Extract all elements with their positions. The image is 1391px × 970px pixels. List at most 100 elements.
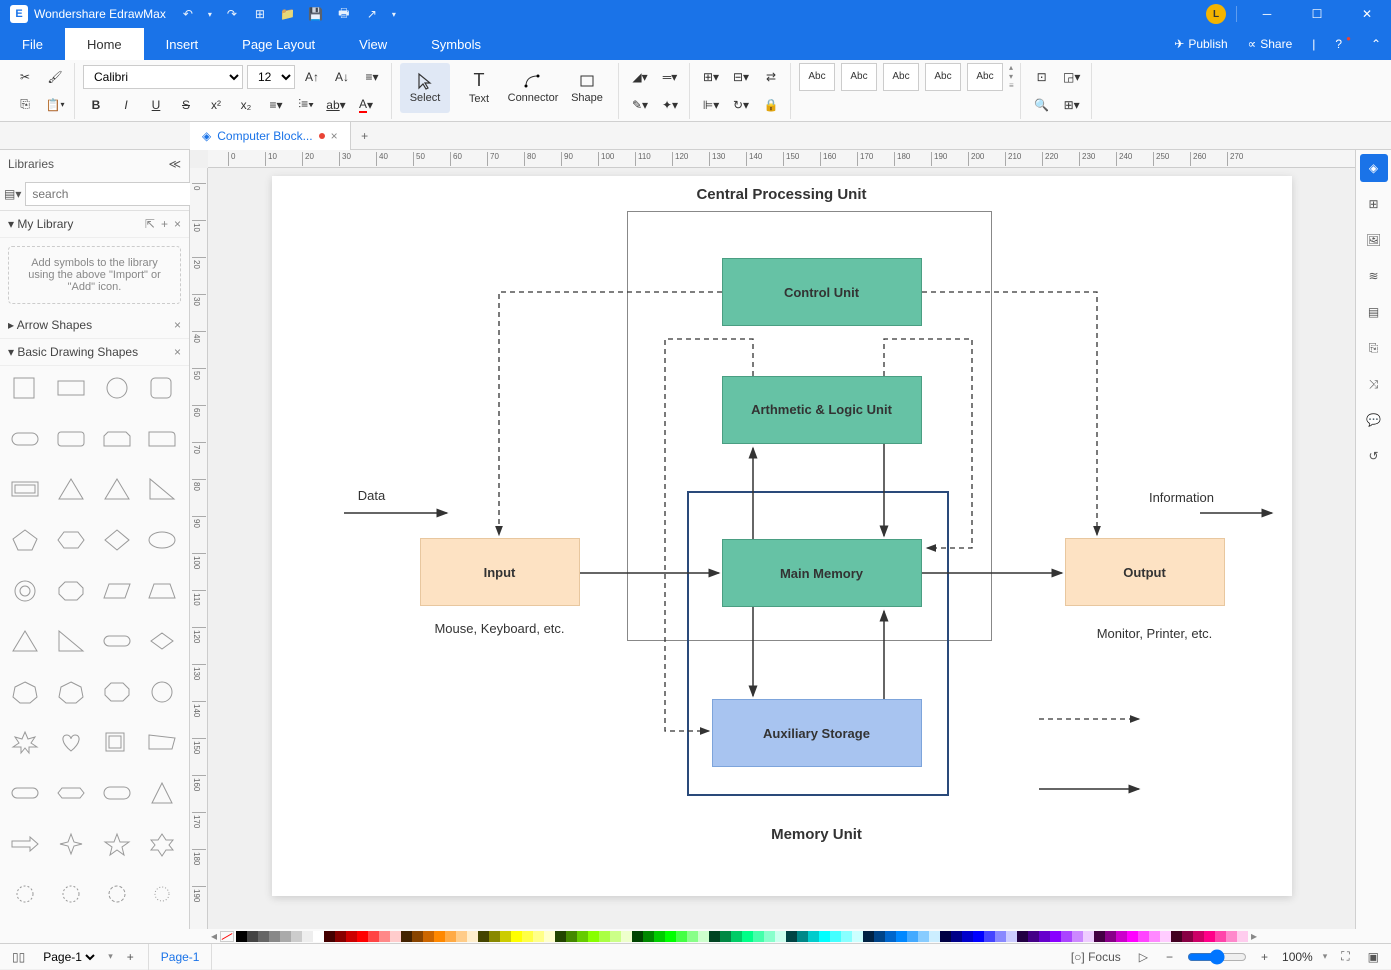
user-avatar[interactable]: L (1206, 4, 1226, 24)
color-swatch[interactable] (335, 931, 346, 942)
search-input[interactable] (25, 182, 194, 206)
color-swatch[interactable] (456, 931, 467, 942)
shape-circle[interactable] (98, 372, 136, 404)
color-swatch[interactable] (269, 931, 280, 942)
color-swatch[interactable] (1237, 931, 1248, 942)
shape-diamond[interactable] (98, 524, 136, 556)
style-more[interactable]: ≡ (1009, 81, 1014, 90)
ungroup-button[interactable]: ⊟▾ (728, 65, 754, 89)
superscript-button[interactable]: x² (203, 93, 229, 117)
color-swatch[interactable] (302, 931, 313, 942)
publish-button[interactable]: ✈Publish (1164, 37, 1237, 51)
zoom-button[interactable]: 🔍 (1029, 93, 1055, 117)
color-swatch[interactable] (489, 931, 500, 942)
shape-snip[interactable] (98, 423, 136, 455)
color-swatch[interactable] (621, 931, 632, 942)
subscript-button[interactable]: x₂ (233, 93, 259, 117)
zoom-in-button[interactable]: + (1257, 948, 1272, 966)
color-swatch[interactable] (753, 931, 764, 942)
shape-decagon[interactable] (143, 676, 181, 708)
color-swatch[interactable] (654, 931, 665, 942)
copy-button[interactable]: ⎘ (12, 93, 38, 117)
color-swatch[interactable] (698, 931, 709, 942)
color-swatch[interactable] (1083, 931, 1094, 942)
input-sub-label[interactable]: Mouse, Keyboard, etc. (420, 621, 580, 636)
section-my-library[interactable]: ▾ My Library ⇱+× (0, 211, 189, 238)
color-swatch[interactable] (830, 931, 841, 942)
color-swatch[interactable] (1050, 931, 1061, 942)
color-swatch[interactable] (1116, 931, 1127, 942)
font-color-button[interactable]: A▾ (353, 93, 379, 117)
color-swatch[interactable] (665, 931, 676, 942)
color-swatch[interactable] (643, 931, 654, 942)
shape-star8[interactable] (6, 726, 44, 758)
shape-triangle-up[interactable] (143, 777, 181, 809)
add-page-button[interactable]: + (123, 948, 138, 966)
colorbar-left-arrow[interactable]: ◂ (208, 929, 220, 943)
quick-style-5[interactable]: Abc (967, 63, 1003, 91)
close-section-icon[interactable]: × (174, 345, 181, 359)
shape-rect[interactable] (52, 372, 90, 404)
color-swatch[interactable] (764, 931, 775, 942)
lock-button[interactable]: 🔒 (758, 93, 784, 117)
add-tab-button[interactable]: + (351, 129, 379, 143)
diagram-title-bottom[interactable]: Memory Unit (712, 826, 922, 843)
undo-button[interactable]: ↶ (178, 4, 198, 24)
export-panel-button[interactable]: ⎘ (1360, 334, 1388, 362)
image-panel-button[interactable]: 🖼 (1360, 226, 1388, 254)
grid-panel-button[interactable]: ⊞ (1360, 190, 1388, 218)
color-swatch[interactable] (896, 931, 907, 942)
color-swatch[interactable] (973, 931, 984, 942)
color-swatch[interactable] (863, 931, 874, 942)
shape-gear[interactable] (98, 878, 136, 910)
zoom-out-button[interactable]: − (1162, 948, 1177, 966)
select-tool-button[interactable]: Select (400, 63, 450, 113)
shape-tab[interactable] (143, 423, 181, 455)
color-swatch[interactable] (357, 931, 368, 942)
color-swatch[interactable] (1138, 931, 1149, 942)
color-swatch[interactable] (236, 931, 247, 942)
color-swatch[interactable] (1149, 931, 1160, 942)
color-swatch[interactable] (885, 931, 896, 942)
page-canvas[interactable]: Central Processing Unit Control Unit Art… (272, 176, 1292, 896)
color-swatch[interactable] (1193, 931, 1204, 942)
color-swatch[interactable] (1160, 931, 1171, 942)
alu-box[interactable]: Arthmetic & Logic Unit (722, 376, 922, 444)
undo-dropdown[interactable]: ▾ (206, 4, 214, 24)
color-swatch[interactable] (467, 931, 478, 942)
color-swatch[interactable] (500, 931, 511, 942)
color-swatch[interactable] (423, 931, 434, 942)
tab-view[interactable]: View (337, 28, 409, 60)
align-text-button[interactable]: ≡▾ (359, 65, 385, 89)
text-case-button[interactable]: ab▾ (323, 93, 349, 117)
open-button[interactable]: 📁 (278, 4, 298, 24)
color-swatch[interactable] (962, 931, 973, 942)
line-style-button[interactable]: ═▾ (657, 65, 683, 89)
shape-burst2[interactable] (52, 878, 90, 910)
color-swatch[interactable] (577, 931, 588, 942)
outline-panel-button[interactable]: ▤ (1360, 298, 1388, 326)
color-swatch[interactable] (819, 931, 830, 942)
shape-tri4[interactable] (52, 625, 90, 657)
color-swatch[interactable] (874, 931, 885, 942)
italic-button[interactable]: I (113, 93, 139, 117)
export-button[interactable]: ↗ (362, 4, 382, 24)
color-swatch[interactable] (1028, 931, 1039, 942)
canvas-scroll[interactable]: Central Processing Unit Control Unit Art… (208, 168, 1355, 929)
tab-home[interactable]: Home (65, 28, 144, 60)
print-button[interactable]: 🖶 (334, 4, 354, 24)
color-swatch[interactable] (1182, 931, 1193, 942)
shape-hex2[interactable] (52, 777, 90, 809)
output-box[interactable]: Output (1065, 538, 1225, 606)
document-tab[interactable]: ◈ Computer Block... × (190, 122, 351, 150)
tab-symbols[interactable]: Symbols (409, 28, 503, 60)
shape-heart[interactable] (52, 726, 90, 758)
shape-octagon2[interactable] (98, 676, 136, 708)
format-panel-button[interactable]: ◈ (1360, 154, 1388, 182)
color-swatch[interactable] (951, 931, 962, 942)
color-swatch[interactable] (1072, 931, 1083, 942)
spacing-button[interactable]: ⫶≡▾ (293, 93, 319, 117)
shape-triangle[interactable] (52, 473, 90, 505)
section-basic-shapes[interactable]: ▾ Basic Drawing Shapes × (0, 339, 189, 366)
color-swatch[interactable] (797, 931, 808, 942)
